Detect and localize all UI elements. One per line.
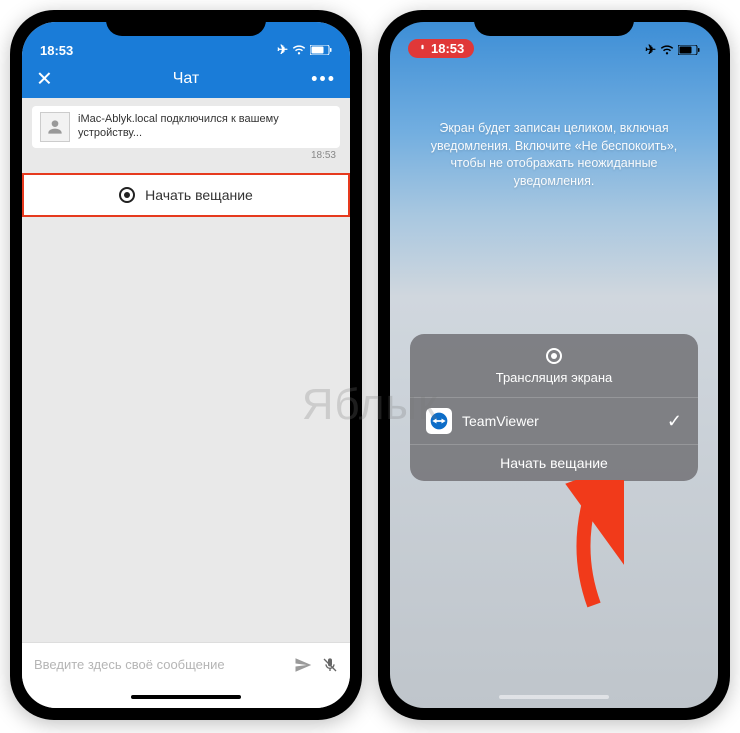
mic-icon	[418, 43, 427, 54]
start-broadcast-button[interactable]: Начать вещание	[410, 445, 698, 481]
airplane-icon: ✈︎	[645, 42, 656, 58]
battery-icon	[678, 45, 700, 55]
record-icon	[119, 187, 135, 203]
nav-title: Чат	[173, 70, 200, 88]
phone-right: 18:53 ✈︎ Экран будет записан целиком, вк…	[378, 10, 730, 720]
chat-message: iMac-Ablyk.local подключился к вашему ус…	[32, 106, 340, 148]
chat-body: iMac-Ablyk.local подключился к вашему ус…	[22, 98, 350, 642]
send-icon[interactable]	[294, 656, 312, 674]
screen-left: 18:53 ✈︎ ✕ Чат ••• iMac-Ablyk.local подк…	[22, 22, 350, 708]
battery-icon	[310, 45, 332, 55]
modal-header: Трансляция экрана	[410, 334, 698, 398]
nav-bar: ✕ Чат •••	[22, 60, 350, 98]
record-icon	[546, 348, 562, 364]
message-text: iMac-Ablyk.local подключился к вашему ус…	[78, 112, 332, 141]
notch	[106, 10, 266, 36]
phone-pair: 18:53 ✈︎ ✕ Чат ••• iMac-Ablyk.local подк…	[0, 0, 740, 730]
avatar	[40, 112, 70, 142]
notch	[474, 10, 634, 36]
recording-time-pill[interactable]: 18:53	[408, 39, 474, 58]
modal-title: Трансляция экрана	[410, 370, 698, 385]
status-time: 18:53	[40, 43, 73, 58]
status-icons: ✈︎	[645, 42, 700, 58]
status-icons: ✈︎	[277, 42, 332, 58]
start-label: Начать вещание	[500, 455, 608, 471]
app-row-teamviewer[interactable]: TeamViewer ✓	[410, 398, 698, 445]
app-label: TeamViewer	[462, 413, 539, 429]
mic-muted-icon[interactable]	[322, 656, 338, 674]
more-icon[interactable]: •••	[311, 69, 336, 90]
info-text: Экран будет записан целиком, включая уве…	[390, 60, 718, 190]
wifi-icon	[660, 45, 674, 55]
airplane-icon: ✈︎	[277, 42, 288, 58]
check-icon: ✓	[667, 411, 682, 432]
wifi-icon	[292, 45, 306, 55]
close-icon[interactable]: ✕	[36, 67, 53, 92]
message-input[interactable]: Введите здесь своё сообщение	[34, 657, 284, 672]
broadcast-modal: Трансляция экрана TeamViewer ✓ Начать ве…	[410, 334, 698, 481]
phone-left: 18:53 ✈︎ ✕ Чат ••• iMac-Ablyk.local подк…	[10, 10, 362, 720]
message-time: 18:53	[32, 150, 336, 161]
broadcast-label: Начать вещание	[145, 187, 253, 203]
annotation-arrow	[554, 480, 624, 610]
screen-right: 18:53 ✈︎ Экран будет записан целиком, вк…	[390, 22, 718, 708]
home-indicator	[22, 686, 350, 708]
input-bar: Введите здесь своё сообщение	[22, 642, 350, 686]
start-broadcast-button[interactable]: Начать вещание	[22, 173, 350, 217]
home-indicator	[390, 686, 718, 708]
teamviewer-icon	[426, 408, 452, 434]
